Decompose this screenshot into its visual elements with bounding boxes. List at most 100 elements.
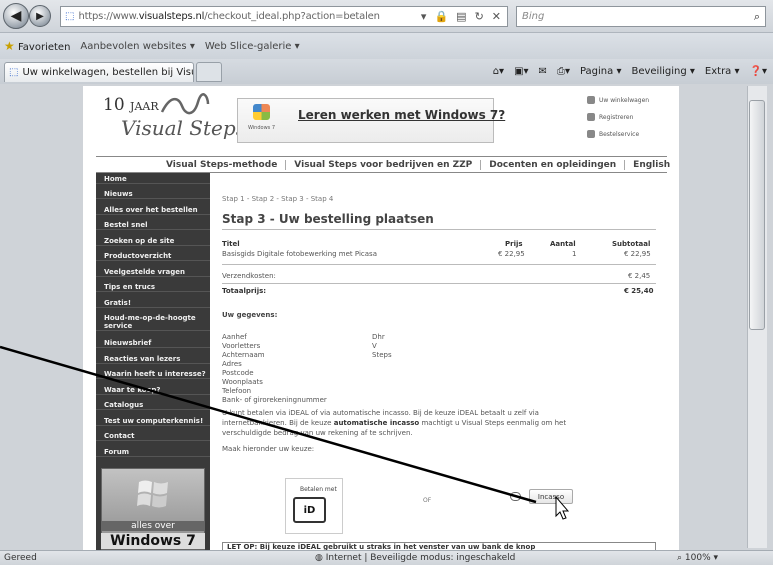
status-bar: Gereed ◍ Internet | Beveiligde modus: in…	[0, 550, 773, 565]
field-value: Dhr	[372, 333, 385, 341]
divider	[222, 264, 656, 265]
zoom-control[interactable]: ⌕ 100% ▾	[677, 553, 718, 563]
sidebar-item-waar-te-koop[interactable]: Waar te koop?	[96, 386, 210, 395]
field-label: Achternaam	[222, 351, 265, 359]
header-link-service[interactable]: Bestelservice	[587, 130, 639, 138]
or-label: OF	[423, 497, 432, 504]
zoom-icon: ⌕	[677, 553, 683, 563]
sidebar-item-catalogus[interactable]: Catalogus	[96, 401, 210, 410]
sidebar-item-bestel-snel[interactable]: Bestel snel	[96, 221, 210, 230]
menu-pagina[interactable]: Pagina ▾	[580, 66, 622, 77]
sidebar-item-productoverzicht[interactable]: Productoverzicht	[96, 252, 210, 261]
field-value: V	[372, 342, 377, 350]
lock-icon[interactable]: 🔒	[434, 10, 448, 23]
page-title: Stap 3 - Uw bestelling plaatsen	[222, 212, 434, 226]
dropdown-icon[interactable]: ▾	[421, 10, 427, 23]
sidebar-item-gratis[interactable]: Gratis!	[96, 299, 210, 308]
choose-label: Maak hieronder uw keuze:	[222, 445, 315, 453]
sidebar-item-test[interactable]: Test uw computerkennis!	[96, 417, 210, 426]
col-header-prijs: Prijs	[505, 240, 523, 248]
payment-info-line2: internetbankieren. Bij de keuze automati…	[222, 419, 567, 427]
security-zone[interactable]: ◍ Internet | Beveiligde modus: ingeschak…	[315, 553, 515, 563]
new-tab-button[interactable]	[196, 61, 222, 82]
back-arrow-icon: ◀	[10, 8, 22, 24]
home-icon[interactable]: ⌂▾	[493, 66, 504, 77]
search-icon[interactable]: ⌕	[754, 10, 760, 24]
sidebar: Home Nieuws Alles over het bestellen Bes…	[96, 173, 210, 463]
field-label: Aanhef	[222, 333, 247, 341]
cell-subtotal: € 22,95	[624, 250, 651, 258]
nav-english[interactable]: English	[625, 160, 678, 170]
total-label: Totaalprijs:	[222, 287, 267, 295]
banner-link[interactable]: Leren werken met Windows 7?	[298, 108, 505, 122]
status-text: Gereed	[4, 553, 37, 563]
cart-icon	[587, 96, 595, 104]
header-link-register[interactable]: Registreren	[587, 113, 633, 121]
sidebar-item-zoeken[interactable]: Zoeken op de site	[96, 237, 210, 246]
shipping-label: Verzendkosten:	[222, 272, 276, 280]
field-label: Voorletters	[222, 342, 261, 350]
sidebar-item-hoogte-service[interactable]: Houd-me-op-de-hoogte service	[96, 314, 210, 331]
register-icon	[587, 113, 595, 121]
menu-beveiliging[interactable]: Beveiliging ▾	[631, 66, 694, 77]
browser-tab[interactable]: ⬚Uw winkelwagen, bestellen bij Visual ..…	[4, 61, 194, 82]
fav-link-1[interactable]: Aanbevolen websites ▾	[80, 41, 194, 52]
address-url: https://www.visualsteps.nl/checkout_idea…	[78, 11, 380, 22]
sidebar-item-nieuwsbrief[interactable]: Nieuwsbrief	[96, 339, 210, 348]
field-label: Telefoon	[222, 387, 252, 395]
sidebar-item-tips[interactable]: Tips en trucs	[96, 283, 210, 292]
logo-visual-steps[interactable]: Visual Steps	[121, 116, 246, 140]
nav-bedrijven[interactable]: Visual Steps voor bedrijven en ZZP	[286, 159, 482, 170]
sidebar-item-reacties[interactable]: Reacties van lezers	[96, 355, 210, 364]
sidebar-item-nieuws[interactable]: Nieuws	[96, 190, 210, 199]
mail-icon[interactable]: ✉	[539, 66, 547, 77]
payment-info-line3: verschuldigde bedrag van uw rekening af …	[222, 429, 413, 437]
page-icon: ⬚	[65, 11, 75, 22]
scrollbar-thumb[interactable]	[749, 100, 765, 330]
nav-methode[interactable]: Visual Steps-methode	[96, 159, 287, 170]
pay-with-label: Betalen met	[300, 486, 337, 493]
col-header-subtotaal: Subtotaal	[612, 240, 651, 248]
refresh-icon[interactable]: ↻	[475, 10, 484, 23]
incasso-radio[interactable]	[510, 492, 521, 501]
address-bar[interactable]: ⬚ https://www.visualsteps.nl/checkout_id…	[60, 6, 508, 27]
sidebar-item-bestellen[interactable]: Alles over het bestellen	[96, 206, 210, 215]
service-icon	[587, 130, 595, 138]
stop-icon[interactable]: ✕	[492, 10, 501, 23]
compat-view-icon[interactable]: ▤	[456, 10, 466, 23]
sidebar-item-home[interactable]: Home	[96, 175, 210, 184]
incasso-button[interactable]: Incasso	[529, 489, 573, 504]
promo-line2: Windows 7	[101, 533, 205, 549]
search-placeholder: Bing	[522, 11, 545, 22]
star-icon: ★	[4, 39, 15, 53]
fav-link-2[interactable]: Web Slice-galerie ▾	[205, 41, 300, 52]
search-input[interactable]: Bing ⌕	[516, 6, 766, 27]
menu-extra[interactable]: Extra ▾	[705, 66, 740, 77]
help-icon[interactable]: ❓▾	[750, 66, 767, 77]
logo-swirl-icon	[160, 93, 210, 115]
back-button[interactable]: ◀	[3, 3, 29, 29]
nav-docenten[interactable]: Docenten en opleidingen	[481, 159, 626, 170]
ideal-logo-icon: iD	[303, 504, 316, 516]
ideal-button[interactable]: iD	[293, 497, 326, 523]
cell-title: Basisgids Digitale fotobewerking met Pic…	[222, 250, 377, 258]
main-nav: Visual Steps-methode Visual Steps voor b…	[96, 156, 670, 173]
globe-icon: ◍	[315, 553, 323, 563]
sidebar-item-interesse[interactable]: Waarin heeft u interesse?	[96, 370, 210, 379]
sidebar-item-faq[interactable]: Veelgestelde vragen	[96, 268, 210, 277]
sidebar-item-forum[interactable]: Forum	[96, 448, 210, 457]
forward-button[interactable]: ▶	[29, 5, 51, 27]
print-icon[interactable]: ⎙▾	[557, 66, 570, 77]
col-header-aantal: Aantal	[550, 240, 576, 248]
details-heading: Uw gegevens:	[222, 311, 278, 319]
feeds-icon[interactable]: ▣▾	[514, 66, 528, 77]
sidebar-item-contact[interactable]: Contact	[96, 432, 210, 441]
divider	[222, 283, 656, 284]
promo-line1: alles over	[101, 521, 205, 531]
field-value: Steps	[372, 351, 392, 359]
header-link-cart[interactable]: Uw winkelwagen	[587, 96, 649, 104]
banner-book: Windows 7	[247, 125, 276, 131]
favorites-bar: ★ Favorieten Aanbevolen websites ▾ Web S…	[0, 32, 773, 59]
favorites-button[interactable]: ★ Favorieten	[4, 39, 70, 53]
windows-flag-icon	[137, 480, 168, 508]
